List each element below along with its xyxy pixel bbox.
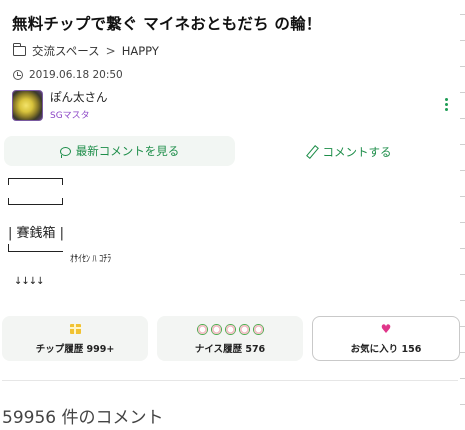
breadcrumb-tag[interactable]: HAPPY	[122, 44, 159, 58]
author[interactable]: ぽん太さん SGマスタ	[12, 89, 108, 121]
breadcrumb: 交流スペース > HAPPY	[12, 43, 159, 59]
folder-icon	[12, 43, 26, 56]
page-edge-rail	[460, 0, 465, 430]
comment-count: 59956 件のコメント	[2, 403, 164, 428]
gift-icon	[69, 324, 81, 334]
author-role: SGマスタ	[50, 111, 90, 121]
box-bottom-line	[8, 198, 63, 205]
author-name[interactable]: ぽん太さん	[50, 89, 108, 105]
breadcrumb-separator: >	[105, 44, 116, 58]
nice-history-label: ナイス履歴 576	[194, 344, 266, 355]
comment-actions: 最新コメントを見る コメントする	[4, 136, 462, 168]
nice-flower-icon	[196, 322, 264, 336]
post-date: 2019.06.18 20:50	[13, 69, 123, 81]
favorite-button[interactable]: ♥ お気に入り 156	[312, 316, 460, 361]
nice-history-button[interactable]: ナイス履歴 576	[157, 316, 303, 361]
post-date-text: 2019.06.18 20:50	[29, 69, 123, 81]
tip-history-button[interactable]: チップ履歴 999+	[2, 316, 148, 361]
avatar[interactable]	[12, 89, 43, 121]
post-title: 無料チップで繋ぐ マイネおともだち の輪！	[12, 15, 322, 33]
down-arrows: ↓↓↓↓	[14, 276, 44, 287]
tip-history-label: チップ履歴 999+	[35, 344, 115, 355]
divider	[2, 380, 458, 381]
comment-count-suffix: 件のコメント	[56, 408, 164, 428]
heart-icon: ♥	[380, 322, 392, 336]
write-comment-label: コメントする	[322, 145, 392, 159]
saisen-pointer-text: ｵｻｲｾﾝ ﾊ ｺﾁﾗ	[70, 254, 112, 265]
post-stats: チップ履歴 999+ ナイス履歴 576 ♥ お気に入り 156	[2, 316, 460, 361]
favorite-label: お気に入り 156	[350, 344, 422, 355]
saisen-text: | 賽銭箱 |	[8, 226, 65, 241]
arrow-line	[8, 244, 63, 252]
comment-bubble-icon	[59, 146, 71, 158]
clock-icon	[13, 70, 23, 80]
latest-comments-label: 最新コメントを見る	[75, 144, 180, 158]
write-comment-button[interactable]: コメントする	[235, 136, 462, 168]
pencil-icon	[306, 146, 318, 158]
box-top-line	[8, 178, 63, 185]
comment-count-number: 59956	[2, 408, 57, 428]
breadcrumb-category[interactable]: 交流スペース	[32, 43, 100, 59]
latest-comments-button[interactable]: 最新コメントを見る	[4, 136, 235, 166]
more-vert-icon[interactable]	[444, 98, 448, 111]
